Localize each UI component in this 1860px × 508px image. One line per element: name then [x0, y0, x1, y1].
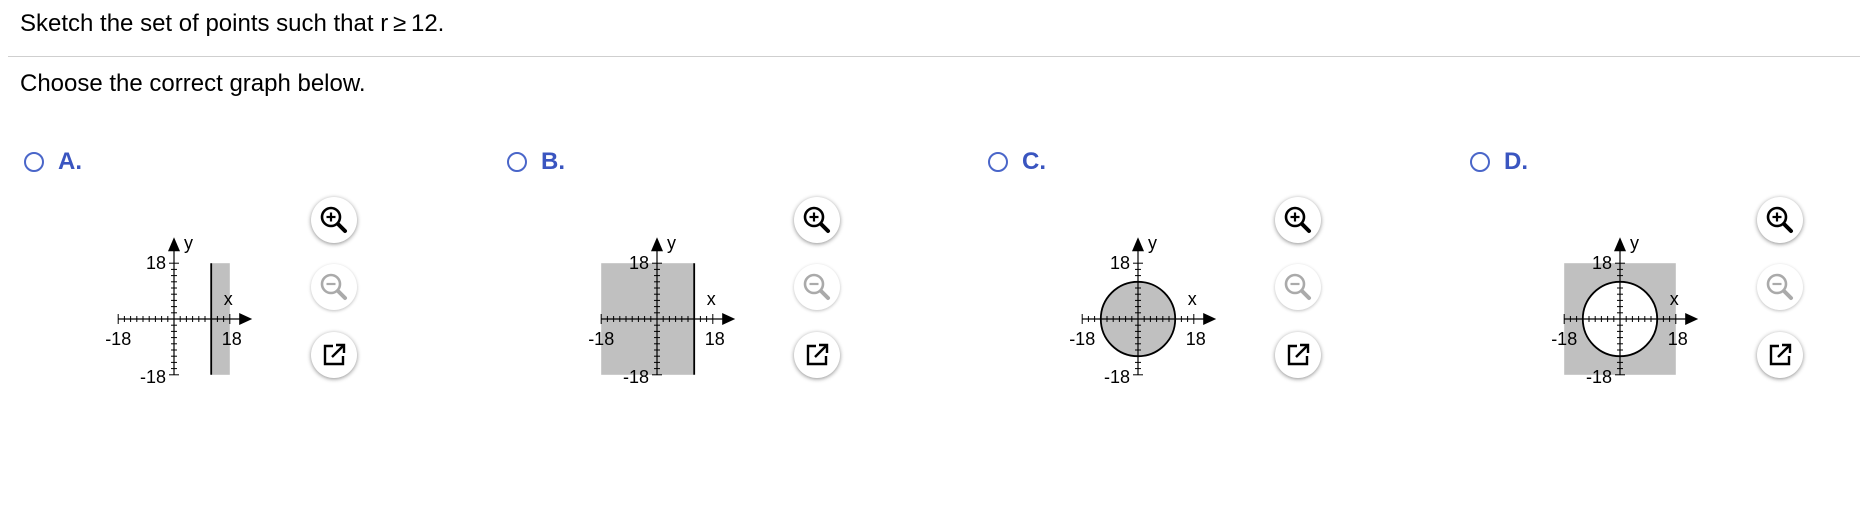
zoom-in-icon [803, 206, 830, 233]
radio-button[interactable] [507, 152, 527, 172]
option-b-choice[interactable]: B. [507, 148, 565, 176]
open-external-icon [806, 343, 829, 366]
y-min-label: -18 [1586, 367, 1612, 387]
y-max-label: 18 [629, 253, 649, 273]
zoom-out-icon [320, 273, 347, 300]
open-graph-button[interactable] [1275, 332, 1321, 378]
zoom-out-button[interactable] [794, 264, 840, 310]
zoom-in-button[interactable] [311, 197, 357, 243]
option-letter: C. [1022, 148, 1046, 175]
x-min-label: -18 [105, 329, 131, 349]
open-external-icon [1287, 343, 1310, 366]
x-axis-label: x [224, 289, 233, 309]
x-axis-label: x [1670, 289, 1679, 309]
option-letter: A. [58, 148, 82, 175]
y-min-label: -18 [623, 367, 649, 387]
x-axis-arrow [1685, 313, 1699, 325]
y-min-label: -18 [1104, 367, 1130, 387]
option-c-choice[interactable]: C. [988, 148, 1046, 176]
zoom-in-button[interactable] [1275, 197, 1321, 243]
option-letter: B. [541, 148, 565, 175]
radio-button[interactable] [24, 152, 44, 172]
y-max-label: 18 [1592, 253, 1612, 273]
graph-d: 18 -18 -18 18 y x [1551, 233, 1699, 387]
open-graph-button[interactable] [1757, 332, 1803, 378]
option-a: A. 18 -18 -18 18 y x [24, 148, 504, 428]
y-max-label: 18 [1110, 253, 1130, 273]
radio-button[interactable] [988, 152, 1008, 172]
open-graph-button[interactable] [794, 332, 840, 378]
x-min-label: -18 [1551, 329, 1577, 349]
option-d-choice[interactable]: D. [1470, 148, 1528, 176]
zoom-out-button[interactable] [1757, 264, 1803, 310]
zoom-in-button[interactable] [794, 197, 840, 243]
open-external-icon [1769, 343, 1792, 366]
zoom-out-icon [1766, 273, 1793, 300]
x-min-label: -18 [588, 329, 614, 349]
zoom-in-icon [320, 206, 347, 233]
y-axis-label: y [184, 233, 193, 253]
open-external-icon [323, 343, 346, 366]
graph-b: 18 -18 -18 18 y x [588, 233, 736, 387]
y-axis-arrow [1132, 237, 1144, 252]
y-axis-label: y [1148, 233, 1157, 253]
option-letter: D. [1504, 148, 1528, 175]
y-axis-arrow [168, 237, 180, 252]
x-max-label: 18 [705, 329, 725, 349]
zoom-out-button[interactable] [1275, 264, 1321, 310]
x-max-label: 18 [1668, 329, 1688, 349]
graph-a: 18 -18 -18 18 y x [105, 233, 253, 387]
option-b: B. 18 -18 -18 18 y x [507, 148, 987, 428]
x-min-label: -18 [1069, 329, 1095, 349]
y-axis-arrow [651, 237, 663, 252]
question-text: Sketch the set of points such that r ≥ 1… [20, 10, 445, 37]
graph-c: 18 -18 -18 18 y x [1069, 233, 1217, 387]
x-max-label: 18 [1186, 329, 1206, 349]
zoom-out-icon [803, 273, 830, 300]
y-axis-label: y [667, 233, 676, 253]
option-c: C. 18 -18 -18 18 y x [988, 148, 1468, 428]
instruction-text: Choose the correct graph below. [20, 70, 366, 97]
zoom-out-icon [1284, 273, 1311, 300]
y-axis-label: y [1630, 233, 1639, 253]
option-a-choice[interactable]: A. [24, 148, 82, 176]
y-max-label: 18 [146, 253, 166, 273]
x-axis-label: x [707, 289, 716, 309]
x-axis-arrow [239, 313, 253, 325]
radio-button[interactable] [1470, 152, 1490, 172]
y-min-label: -18 [140, 367, 166, 387]
zoom-in-icon [1284, 206, 1311, 233]
x-axis-arrow [1203, 313, 1217, 325]
zoom-in-button[interactable] [1757, 197, 1803, 243]
option-d: D. 18 -18 -18 18 y x [1470, 148, 1860, 428]
divider [8, 56, 1860, 57]
x-axis-arrow [722, 313, 736, 325]
open-graph-button[interactable] [311, 332, 357, 378]
zoom-in-icon [1766, 206, 1793, 233]
y-axis-arrow [1614, 237, 1626, 252]
x-max-label: 18 [222, 329, 242, 349]
x-axis-label: x [1188, 289, 1197, 309]
zoom-out-button[interactable] [311, 264, 357, 310]
